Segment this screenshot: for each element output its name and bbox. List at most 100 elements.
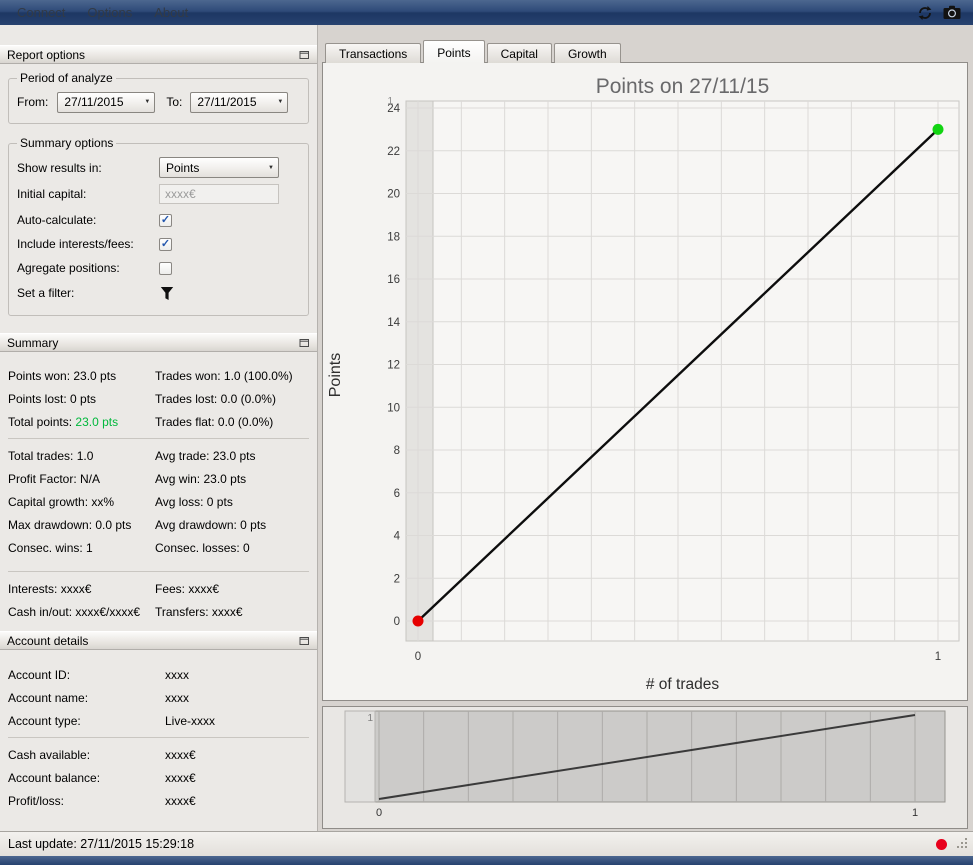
svg-text:14: 14 [387,317,400,329]
svg-text:22: 22 [387,146,400,158]
auto-calculate-checkbox[interactable]: ✓ [159,213,172,227]
svg-text:8: 8 [394,445,400,457]
start-point-marker [412,615,424,627]
resize-grip-icon[interactable] [957,838,969,853]
trades-won: Trades won: 1.0 (100.0%) [155,368,293,383]
capital-growth: Capital growth: xx% [8,494,115,509]
report-options-header: Report options [0,45,317,64]
svg-text:4: 4 [394,531,401,543]
total-trades: Total trades: 1.0 [8,448,94,463]
cash-in-out: Cash in/out: xxxx€/xxxx€ [8,604,141,619]
summary-row: Total trades: 1.0 Avg trade: 23.0 pts [0,444,317,467]
trades-flat: Trades flat: 0.0 (0.0%) [155,414,274,429]
account-row: Account name: xxxx [0,686,317,709]
status-indicator-dot [936,839,947,850]
status-bar: Last update: 27/11/2015 15:29:18 [0,831,973,856]
screenshot-camera-icon[interactable] [943,4,961,22]
points-chart-panel: 0 2 4 6 8 10 12 14 16 18 20 22 24 0 1 1 Points on 27/11/… [322,62,968,701]
x-axis-label: # of trades [646,676,719,693]
to-date-select[interactable]: 27/11/2015 ▼ [190,91,289,113]
filter-funnel-icon[interactable] [159,285,175,301]
aggregate-positions-checkbox[interactable] [159,261,172,275]
tab-capital[interactable]: Capital [486,43,552,63]
menu-about[interactable]: About [143,0,199,25]
account-name-value: xxxx [165,690,189,705]
initial-capital-label: Initial capital: [17,187,87,201]
total-points-value: 23.0 pts [75,414,119,429]
account-type-value: Live-xxxx [165,713,216,728]
svg-text:0: 0 [415,651,421,663]
account-body: Account ID: xxxx Account name: xxxx Acco… [0,650,317,812]
to-date-value: 27/11/2015 [197,95,257,109]
float-panel-icon[interactable] [298,635,310,647]
menu-options[interactable]: Options [76,0,143,25]
initial-capital-input[interactable] [159,184,279,204]
separator [8,571,309,572]
from-label: From: [17,95,49,109]
svg-text:1: 1 [912,807,918,819]
show-results-label: Show results in: [17,160,102,175]
summary-row: Capital growth: xx% Avg loss: 0 pts [0,490,317,513]
tab-bar: Transactions Points Capital Growth [325,40,623,63]
float-panel-icon[interactable] [298,337,310,349]
svg-text:2: 2 [394,573,400,585]
from-date-value: 27/11/2015 [64,95,124,109]
svg-text:18: 18 [387,231,400,243]
account-row: Account type: Live-xxxx [0,709,317,732]
summary-row: Points lost: 0 pts Trades lost: 0.0 (0.0… [0,387,317,410]
account-row: Account balance: xxxx€ [0,766,317,789]
set-filter-label: Set a filter: [17,286,75,300]
from-date-select[interactable]: 27/11/2015 ▼ [57,91,156,113]
range-axis-label: 1 [387,96,393,107]
tab-points[interactable]: Points [423,40,485,63]
consec-wins: Consec. wins: 1 [8,540,93,555]
chart-overview-panel: 0 1 1 [322,706,968,829]
summary-options-groupbox: Summary options Show results in: Points … [8,136,309,316]
summary-title: Summary [7,335,59,350]
account-balance-label: Account balance: [8,770,101,785]
report-options-title: Report options [7,47,86,62]
y-axis-label: Points [327,353,344,397]
include-interests-fees-checkbox[interactable]: ✓ [159,237,172,251]
account-id-label: Account ID: [8,667,71,682]
avg-win: Avg win: 23.0 pts [155,471,247,486]
svg-text:10: 10 [387,402,400,414]
account-row: Cash available: xxxx€ [0,743,317,766]
summary-options-legend: Summary options [20,136,114,150]
account-row: Account ID: xxxx [0,663,317,686]
menu-bar: Connect Options About [0,0,973,25]
trades-lost: Trades lost: 0.0 (0.0%) [155,391,276,406]
account-balance-value: xxxx€ [165,770,196,785]
menu-connect[interactable]: Connect [6,0,76,25]
separator [8,737,309,738]
show-results-select[interactable]: Points ▼ [159,157,279,178]
range-axis-label: 1 [367,713,373,724]
refresh-icon[interactable] [916,4,934,22]
points-won: Points won: 23.0 pts [8,368,117,383]
total-points-label: Total points: [8,414,73,429]
avg-loss: Avg loss: 0 pts [155,494,233,509]
chevron-down-icon: ▼ [277,99,284,105]
svg-text:12: 12 [387,360,400,372]
tab-transactions[interactable]: Transactions [325,43,422,63]
include-interests-fees-label: Include interests/fees: [17,237,134,251]
float-panel-icon[interactable] [298,49,310,61]
tab-growth[interactable]: Growth [553,43,621,63]
cash-available-value: xxxx€ [165,747,196,762]
interests: Interests: xxxx€ [8,581,92,596]
summary-body: Points won: 23.0 pts Trades won: 1.0 (10… [0,352,317,623]
chart-overview-selector[interactable]: 0 1 1 [323,707,967,828]
summary-row: Consec. wins: 1 Consec. losses: 0 [0,536,317,559]
transfers: Transfers: xxxx€ [155,604,243,619]
account-id-value: xxxx [165,667,189,682]
separator [8,438,309,439]
points-chart[interactable]: 0246810121416182022240 11Points on 27/11/… [323,63,967,700]
auto-calculate-label: Auto-calculate: [17,213,97,227]
window-bottom-edge [0,856,973,865]
summary-row: Total points: 23.0 pts Trades flat: 0.0 … [0,410,317,433]
fees: Fees: xxxx€ [155,581,220,596]
aggregate-positions-label: Agregate positions: [17,261,120,275]
period-groupbox: Period of analyze From: 27/11/2015 ▼ To:… [8,71,309,124]
summary-row: Points won: 23.0 pts Trades won: 1.0 (10… [0,364,317,387]
period-legend: Period of analyze [20,71,113,85]
